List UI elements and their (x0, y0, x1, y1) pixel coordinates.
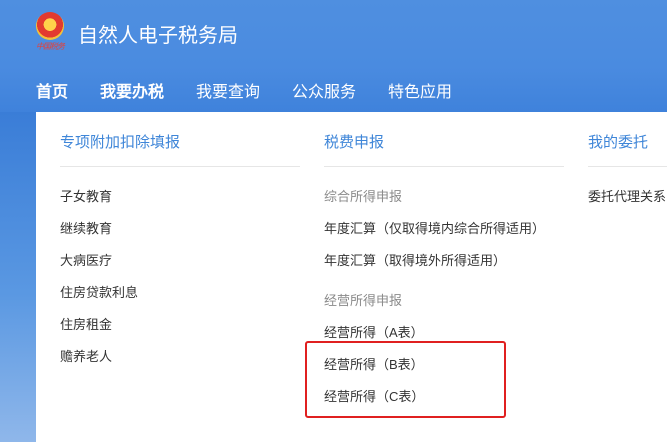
menu-item-elderly-support[interactable]: 赡养老人 (60, 347, 112, 367)
menu-item-serious-illness[interactable]: 大病医疗 (60, 251, 112, 271)
menu-item-annual-overseas[interactable]: 年度汇算（取得境外所得适用） (324, 251, 506, 271)
group-business-income: 经营所得申报 (324, 293, 403, 308)
divider (324, 166, 564, 167)
nav-home[interactable]: 首页 (36, 80, 68, 106)
menu-item-mortgage-interest[interactable]: 住房贷款利息 (60, 283, 138, 303)
app-title: 自然人电子税务局 (78, 25, 238, 47)
top-header: 中国税务 自然人电子税务局 首页 我要办税 我要查询 公众服务 特色应用 (0, 0, 667, 112)
menu-item-delegation-relationship[interactable]: 委托代理关系 (588, 187, 667, 207)
nav-public-service[interactable]: 公众服务 (292, 80, 356, 106)
divider (60, 166, 300, 167)
nav-query[interactable]: 我要查询 (196, 80, 260, 106)
menu-col-special-deduction-title[interactable]: 专项附加扣除填报 (60, 132, 180, 154)
highlight-annotation-box (305, 341, 506, 418)
emblem-caption: 中国税务 (36, 42, 65, 51)
tax-emblem-icon (36, 12, 64, 40)
menu-item-housing-rent[interactable]: 住房租金 (60, 315, 112, 335)
background-strip (0, 112, 36, 442)
menu-col-my-delegation-title[interactable]: 我的委托 (588, 132, 648, 154)
nav-tax-handling[interactable]: 我要办税 (100, 80, 164, 106)
nav-featured-apps[interactable]: 特色应用 (388, 80, 452, 106)
divider (588, 166, 667, 167)
menu-item-continuing-education[interactable]: 继续教育 (60, 219, 112, 239)
menu-item-annual-domestic[interactable]: 年度汇算（仅取得境内综合所得适用） (324, 219, 545, 239)
menu-item-child-education[interactable]: 子女教育 (60, 187, 112, 207)
group-comprehensive-income: 综合所得申报 (324, 189, 403, 204)
menu-col-tax-filing-title[interactable]: 税费申报 (324, 132, 384, 154)
menu-item-business-form-a[interactable]: 经营所得（A表） (324, 323, 424, 343)
